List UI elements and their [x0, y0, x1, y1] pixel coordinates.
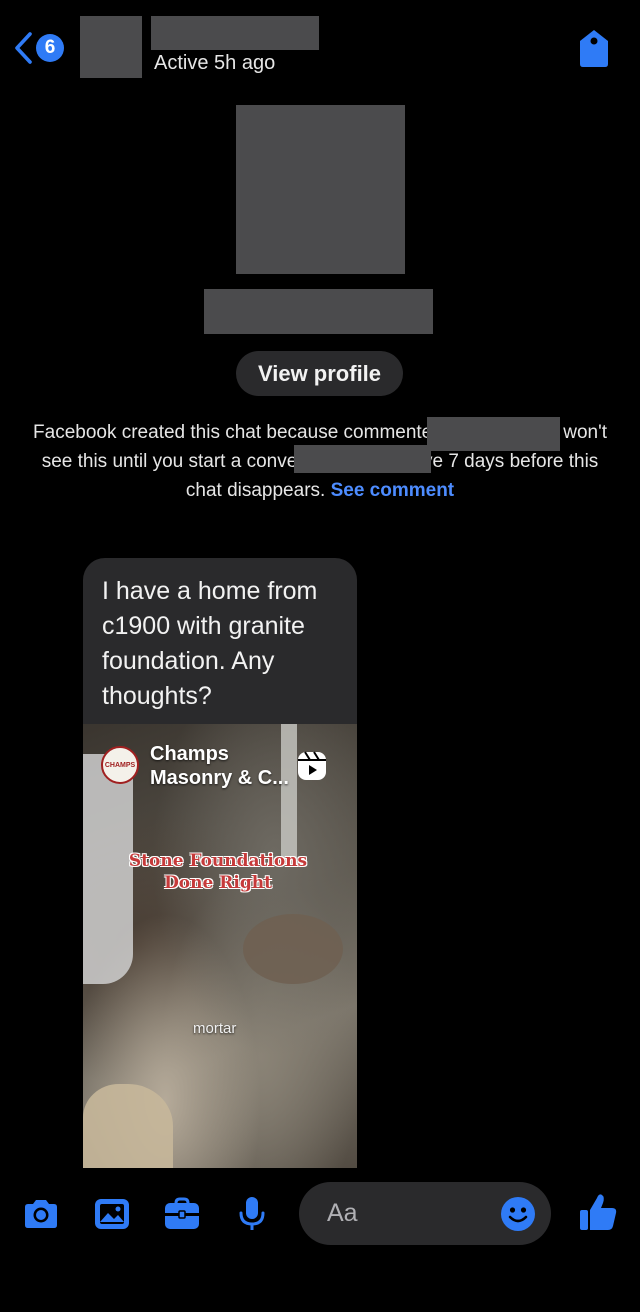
microphone-icon[interactable]: [232, 1194, 272, 1234]
view-profile-button[interactable]: View profile: [236, 351, 403, 396]
message-bubble[interactable]: I have a home from c1900 with granite fo…: [83, 558, 357, 1168]
reels-icon: [298, 751, 326, 780]
profile-name-redacted: [204, 289, 433, 334]
notice-text-1: Facebook created this chat because: [33, 422, 344, 443]
reel-background-stone: [243, 914, 343, 984]
profile-photo: [236, 105, 405, 274]
reel-overlay-line-1: Stone Foundations: [128, 851, 308, 871]
chevron-left-icon: [15, 32, 32, 64]
unread-count-badge: 6: [36, 34, 64, 62]
contact-name-redacted: [151, 16, 319, 50]
notice-name-redacted-2: [294, 445, 431, 473]
see-comment-link[interactable]: See comment: [331, 480, 455, 501]
reel-account-name[interactable]: Champs Masonry & C...: [150, 742, 300, 790]
image-icon[interactable]: [92, 1194, 132, 1234]
champs-logo: CHAMPS: [101, 746, 139, 784]
reel-background-rubble: [83, 1084, 173, 1168]
smiley-icon[interactable]: [499, 1195, 537, 1233]
shared-reel[interactable]: CHAMPS Champs Masonry & C... Stone Found…: [83, 724, 357, 1168]
reel-overlay-line-2: Done Right: [164, 873, 272, 893]
camera-icon[interactable]: [21, 1194, 61, 1234]
reel-overlay-title: Stone Foundations Done Right: [123, 850, 313, 894]
message-text: I have a home from c1900 with granite fo…: [102, 577, 318, 710]
notice-name-redacted: [427, 417, 560, 451]
briefcase-icon[interactable]: [162, 1194, 202, 1234]
thumbs-up-icon[interactable]: [577, 1190, 619, 1234]
message-input[interactable]: Aa: [299, 1182, 551, 1245]
message-input-placeholder: Aa: [327, 1199, 358, 1227]
active-status: Active 5h ago: [154, 52, 276, 74]
tag-icon[interactable]: [574, 26, 614, 70]
contact-avatar[interactable]: [80, 16, 142, 78]
back-button[interactable]: 6: [12, 28, 68, 68]
reel-caption: mortar: [193, 1020, 237, 1037]
